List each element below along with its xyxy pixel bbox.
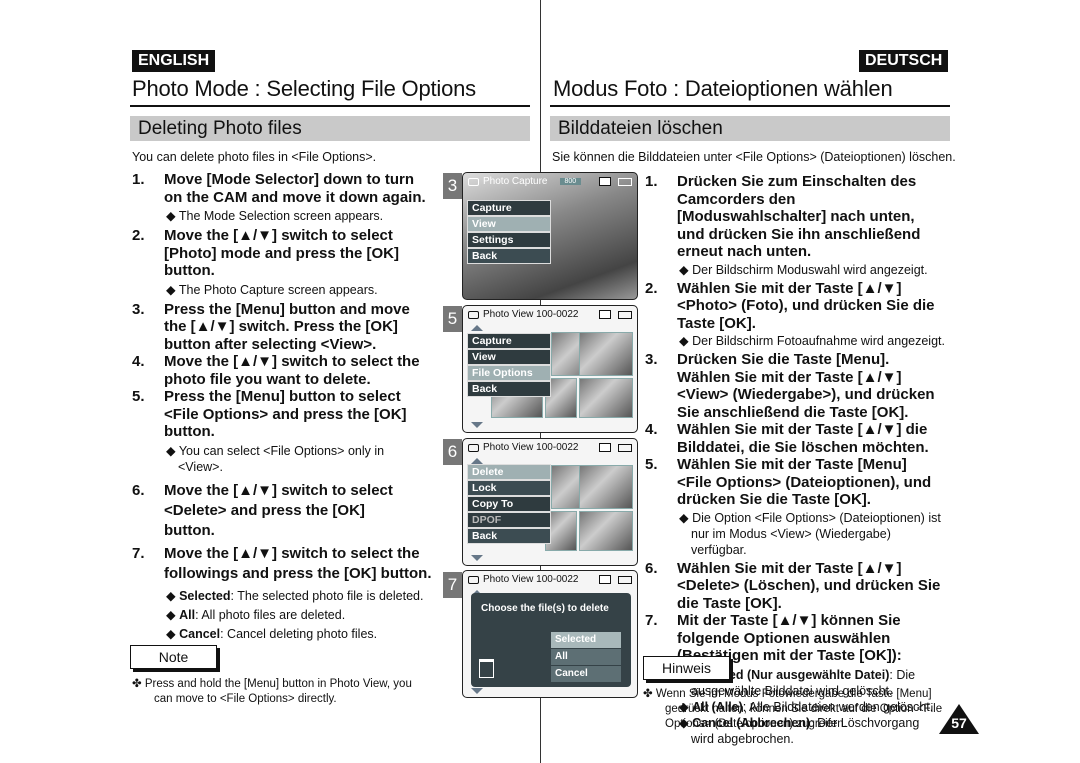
intro-de: Sie können die Bilddateien unter <File O…	[552, 150, 956, 164]
screen-number: 7	[443, 572, 462, 598]
screen-number: 6	[443, 439, 462, 465]
memory-icon	[599, 443, 611, 452]
step: 1. Drücken Sie zum Einschalten des Camcor…	[645, 173, 921, 260]
language-label-deutsch: DEUTSCH	[859, 50, 949, 72]
step: 4. Move the [▲/▼] switch to select the ph…	[132, 353, 420, 388]
dialog-title: Choose the file(s) to delete	[481, 603, 609, 614]
thumbnail[interactable]	[579, 332, 633, 376]
battery-icon	[618, 310, 632, 319]
screen-file-options: Photo View 100-0022 Delete Lock Copy To …	[462, 438, 638, 566]
divider	[130, 105, 530, 107]
thumbnail[interactable]	[579, 511, 633, 551]
step: 6. Move the [▲/▼] switch to select <Delet…	[132, 481, 393, 539]
page-title-en: Photo Mode : Selecting File Options	[132, 76, 476, 101]
option-all-button[interactable]: All	[551, 649, 621, 665]
step: 2. Move the [▲/▼] switch to select [Photo…	[132, 227, 400, 279]
language-label-english: ENGLISH	[132, 50, 216, 72]
step: 6. Wählen Sie mit der Taste [▲/▼] <Delete…	[645, 559, 941, 612]
menu-item-back[interactable]: Back	[467, 381, 551, 397]
screen-number: 3	[443, 173, 462, 199]
camera-icon	[468, 575, 479, 584]
memory-icon	[599, 575, 611, 584]
menu-item-capture[interactable]: Capture	[467, 333, 551, 349]
menu-item-back[interactable]: Back	[467, 248, 551, 264]
section-heading-de: Bilddateien löschen	[550, 116, 950, 141]
menu-item-file-options[interactable]: File Options	[467, 365, 551, 381]
delete-dialog: Choose the file(s) to delete Selected Al…	[471, 593, 631, 687]
menu-item-view[interactable]: View	[467, 216, 551, 232]
menu-item-back[interactable]: Back	[467, 528, 551, 544]
note-text-en: ✤ Press and hold the [Menu] button in Ph…	[132, 678, 412, 705]
screen-photo-capture: Photo Capture 800 Capture View Settings B…	[462, 172, 638, 300]
scroll-down-icon[interactable]	[471, 688, 483, 694]
step-note: ◆ The Mode Selection screen appears.	[166, 209, 384, 223]
option-selected: ◆ Selected: The selected photo file is d…	[166, 588, 424, 603]
step-note: ◆ Der Bildschirm Moduswahl wird angezeig…	[679, 262, 928, 277]
section-heading-en: Deleting Photo files	[130, 116, 530, 141]
menu-item-lock[interactable]: Lock	[467, 480, 551, 496]
note-label: Note	[130, 645, 217, 669]
step-note: ◆ The Photo Capture screen appears.	[166, 282, 378, 297]
hinweis-label: Hinweis	[643, 656, 730, 680]
step-note: ◆ You can select <File Options> only in …	[166, 443, 385, 474]
page-number: 57	[951, 715, 967, 731]
step: 2. Wählen Sie mit der Taste [▲/▼] <Photo>…	[645, 279, 935, 332]
step: 5. Press the [Menu] button to select <Fil…	[132, 388, 407, 440]
option-all: ◆ All: All photo files are deleted.	[166, 607, 346, 622]
note-text-de: ✤ Wenn Sie im Modus Fotowiedergabe die T…	[643, 688, 943, 730]
option-selected-button[interactable]: Selected	[551, 632, 621, 648]
battery-icon	[618, 177, 632, 186]
menu-item-delete[interactable]: Delete	[467, 464, 551, 480]
menu: Delete Lock Copy To DPOF Back	[467, 464, 551, 544]
scroll-down-icon[interactable]	[471, 422, 483, 428]
battery-icon	[618, 575, 632, 584]
screen-photo-view: Photo View 100-0022 Capture View File Op…	[462, 305, 638, 433]
step: 4. Wählen Sie mit der Taste [▲/▼] die Bil…	[645, 421, 929, 456]
screen-delete-dialog: Photo View 100-0022 Choose the file(s) t…	[462, 570, 638, 698]
menu-item-dpof: DPOF	[467, 512, 551, 528]
menu-item-view[interactable]: View	[467, 349, 551, 365]
step: 3. Press the [Menu] button and move the […	[132, 300, 410, 353]
step: 3. Drücken Sie die Taste [Menu]. Wählen S…	[645, 351, 935, 421]
divider	[550, 105, 950, 107]
camera-icon	[468, 310, 479, 319]
scroll-up-icon[interactable]	[471, 325, 483, 331]
steps-en: 1. Move [Mode Selector] down to turn on t…	[132, 171, 432, 642]
camera-icon	[468, 177, 479, 186]
step: 5. Wählen Sie mit der Taste [Menu] <File …	[645, 456, 932, 508]
screen-number: 5	[443, 306, 462, 332]
camera-icon	[468, 443, 479, 452]
memory-icon	[599, 310, 611, 319]
menu-item-settings[interactable]: Settings	[467, 232, 551, 248]
page-title-de: Modus Foto : Dateioptionen wählen	[553, 76, 893, 101]
menu: Capture View File Options Back	[467, 333, 551, 397]
memory-icon	[599, 177, 611, 186]
battery-icon	[618, 443, 632, 452]
thumbnail[interactable]	[579, 465, 633, 509]
menu-item-capture[interactable]: Capture	[467, 200, 551, 216]
option-cancel-button[interactable]: Cancel	[551, 666, 621, 682]
scroll-down-icon[interactable]	[471, 555, 483, 561]
step: 1. Move [Mode Selector] down to turn on t…	[132, 171, 426, 206]
intro-en: You can delete photo files in <File Opti…	[132, 150, 377, 164]
thumbnail[interactable]	[579, 378, 633, 418]
resolution-badge: 800	[559, 178, 582, 185]
option-cancel: ◆ Cancel: Cancel deleting photo files.	[166, 626, 378, 641]
step-note: ◆ Der Bildschirm Fotoaufnahme wird angez…	[679, 334, 945, 348]
step-note: ◆ Die Option <File Options> (Dateioption…	[679, 510, 941, 557]
menu-item-copy-to[interactable]: Copy To	[467, 496, 551, 512]
step: 7. Move the [▲/▼] switch to select the fo…	[132, 544, 432, 582]
trash-icon	[479, 659, 494, 678]
menu: Capture View Settings Back	[467, 200, 551, 264]
